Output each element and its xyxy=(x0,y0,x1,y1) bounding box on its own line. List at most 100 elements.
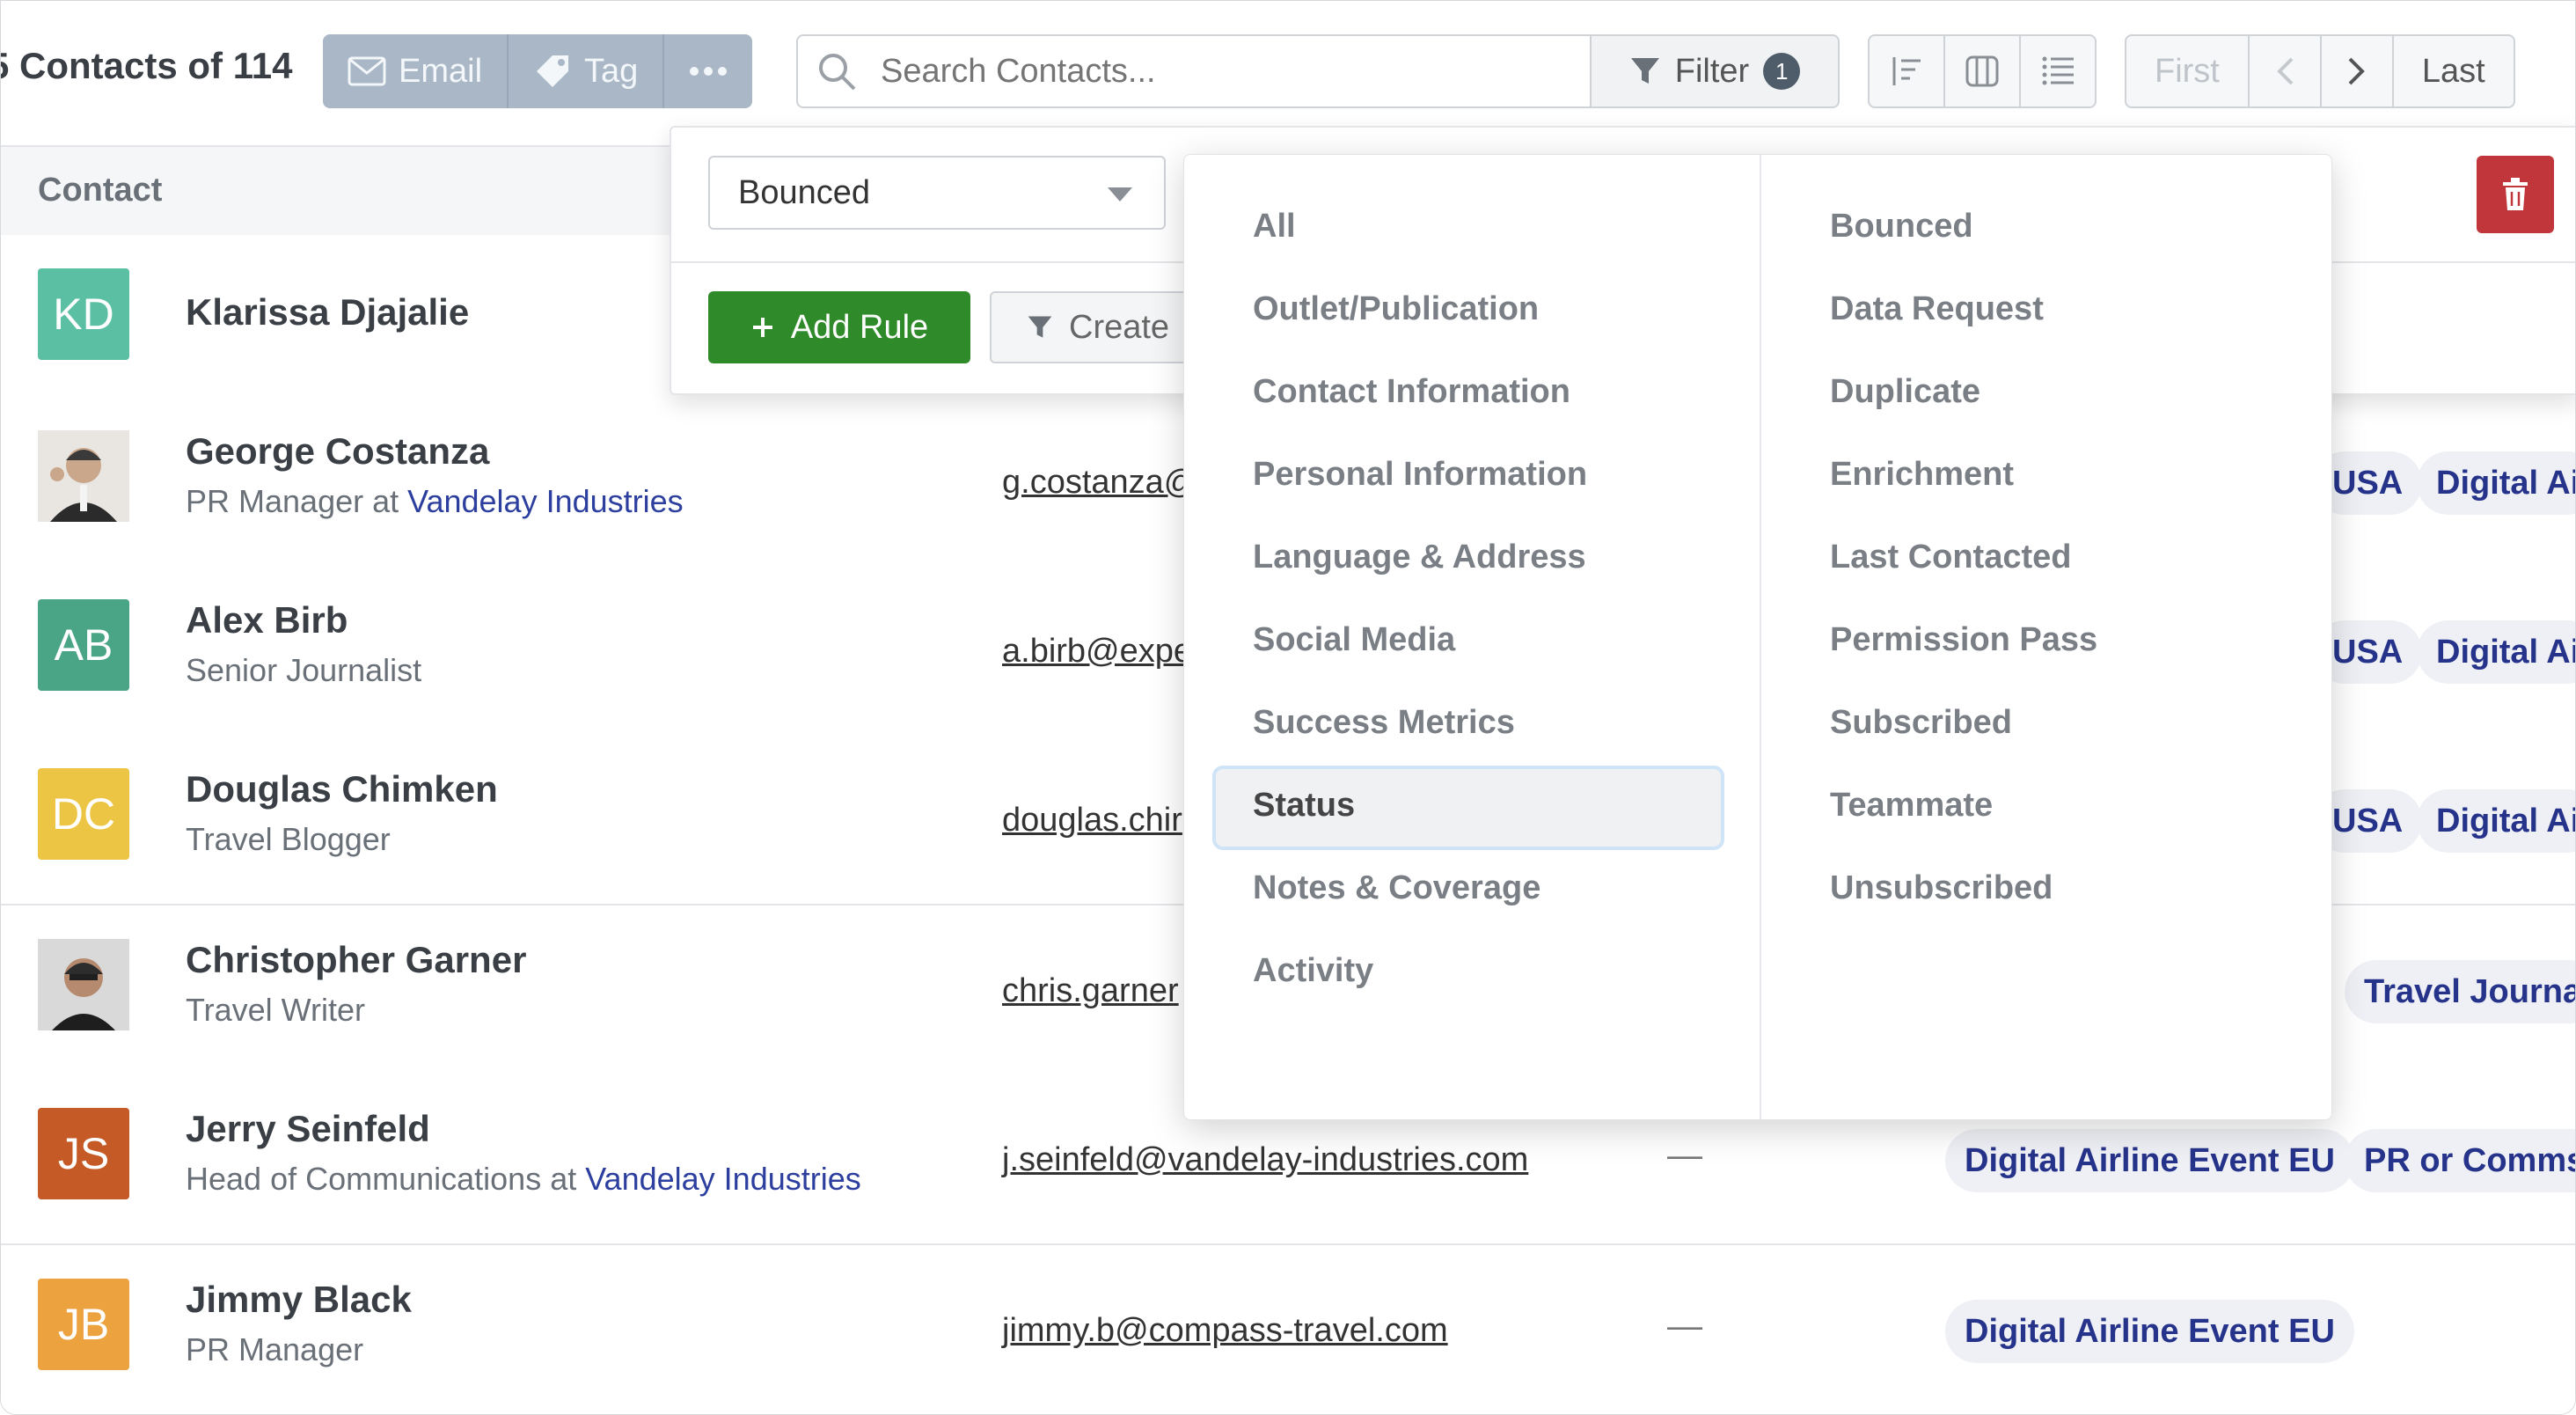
envelope-icon xyxy=(348,56,386,86)
avatar: JS xyxy=(38,1108,129,1199)
sort-button[interactable] xyxy=(1870,36,1945,106)
filter-button-label: Filter xyxy=(1674,52,1750,90)
status-option-data-request[interactable]: Data Request xyxy=(1830,290,2044,328)
list-tag[interactable]: Digital Ai xyxy=(2417,451,2575,515)
list-tag[interactable]: Digital Airline Event EU xyxy=(1945,1300,2354,1363)
category-item-personal-information[interactable]: Personal Information xyxy=(1253,456,1587,494)
contact-title: Travel Blogger xyxy=(186,821,391,857)
ellipsis-icon xyxy=(690,67,728,76)
avatar: KD xyxy=(38,268,129,360)
filter-count-badge: 1 xyxy=(1763,53,1801,90)
status-option-unsubscribed[interactable]: Unsubscribed xyxy=(1830,869,2053,907)
caret-down-icon xyxy=(1108,187,1132,202)
contact-title: Head of Communications at Vandelay Indus… xyxy=(186,1161,861,1198)
delete-rule-button[interactable] xyxy=(2477,156,2554,233)
contacts-count: 5 Contacts of 114 xyxy=(1,45,292,87)
job-title: PR Manager at xyxy=(186,483,408,519)
empty-value: — xyxy=(1667,1136,1702,1175)
status-option-teammate[interactable]: Teammate xyxy=(1830,787,1993,825)
chevron-left-icon xyxy=(2277,57,2294,85)
add-rule-label: Add Rule xyxy=(790,308,929,346)
sort-icon xyxy=(1892,57,1921,85)
contact-name[interactable]: Alex Birb xyxy=(186,599,348,642)
prev-page-button[interactable] xyxy=(2250,36,2322,106)
contact-name[interactable]: Klarissa Djajalie xyxy=(186,291,469,334)
contact-name[interactable]: Douglas Chimken xyxy=(186,768,498,810)
category-item-status[interactable]: Status xyxy=(1253,787,1355,825)
count-prefix: 5 Contacts xyxy=(0,45,178,86)
more-actions-button[interactable] xyxy=(664,34,752,108)
status-option-subscribed[interactable]: Subscribed xyxy=(1830,704,2012,742)
person-photo-icon xyxy=(38,430,129,522)
list-tag[interactable]: Digital Ai xyxy=(2417,620,2575,684)
contact-name[interactable]: George Costanza xyxy=(186,430,489,473)
last-page-button[interactable]: Last xyxy=(2394,36,2514,106)
category-item-notes-coverage[interactable]: Notes & Coverage xyxy=(1253,869,1540,907)
category-item-contact-information[interactable]: Contact Information xyxy=(1253,373,1570,411)
column-header-contact[interactable]: Contact xyxy=(38,172,162,209)
tag-button-label: Tag xyxy=(584,52,639,90)
status-option-permission-pass[interactable]: Permission Pass xyxy=(1830,621,2097,659)
trash-icon xyxy=(2503,178,2528,210)
create-filter-label: Create xyxy=(1069,308,1170,346)
contacts-window: 5 Contacts of 114 Email Tag Filter 1 xyxy=(0,0,2576,1415)
columns-icon xyxy=(1965,55,1999,87)
contact-email[interactable]: j.seinfeld@vandelay-industries.com xyxy=(1002,1141,1528,1179)
contact-name[interactable]: Christopher Garner xyxy=(186,939,526,981)
contact-name[interactable]: Jerry Seinfeld xyxy=(186,1108,430,1150)
bulk-actions: Email Tag xyxy=(323,34,753,108)
contact-email[interactable]: a.birb@expe xyxy=(1002,633,1192,671)
category-item-all[interactable]: All xyxy=(1253,208,1296,246)
list-view-button[interactable] xyxy=(2021,36,2095,106)
list-tag[interactable]: Digital Airline Event EU xyxy=(1945,1129,2354,1192)
funnel-icon xyxy=(1028,316,1052,338)
rule-field-value: Bounced xyxy=(738,173,871,211)
contact-email[interactable]: g.costanza@ xyxy=(1002,464,1197,502)
search-input[interactable] xyxy=(879,51,1569,92)
next-page-button[interactable] xyxy=(2322,36,2394,106)
email-button[interactable]: Email xyxy=(323,34,509,108)
contact-email[interactable]: douglas.chir xyxy=(1002,802,1182,839)
category-item-social-media[interactable]: Social Media xyxy=(1253,621,1455,659)
category-item-outlet-publication[interactable]: Outlet/Publication xyxy=(1253,290,1539,328)
list-tag[interactable]: PR or Comms xyxy=(2345,1129,2575,1192)
avatar xyxy=(38,939,129,1030)
add-rule-button[interactable]: Add Rule xyxy=(708,291,970,363)
table-row[interactable]: JB Jimmy Black PR Manager jimmy.b@compas… xyxy=(1,1245,2575,1414)
contact-name[interactable]: Jimmy Black xyxy=(186,1279,412,1321)
list-tag[interactable]: Digital Ai xyxy=(2417,789,2575,853)
columns-button[interactable] xyxy=(1945,36,2021,106)
contact-email[interactable]: chris.garner xyxy=(1002,972,1179,1010)
search-box xyxy=(796,34,1592,108)
column-divider xyxy=(1760,155,1761,1119)
person-photo-icon xyxy=(38,939,129,1030)
status-option-last-contacted[interactable]: Last Contacted xyxy=(1830,539,2071,576)
avatar: DC xyxy=(38,768,129,860)
category-item-activity[interactable]: Activity xyxy=(1253,952,1373,990)
company-link[interactable]: Vandelay Industries xyxy=(407,483,684,519)
first-page-button[interactable]: First xyxy=(2126,36,2250,106)
filter-category-dropdown: All Outlet/Publication Contact Informati… xyxy=(1183,154,2332,1120)
rule-field-select[interactable]: Bounced xyxy=(708,156,1166,230)
category-item-language-address[interactable]: Language & Address xyxy=(1253,539,1586,576)
status-option-duplicate[interactable]: Duplicate xyxy=(1830,373,1980,411)
search-icon xyxy=(819,54,856,91)
tag-icon xyxy=(537,55,569,87)
funnel-icon xyxy=(1630,58,1659,84)
contact-title: Senior Journalist xyxy=(186,652,422,688)
avatar xyxy=(38,430,129,522)
category-item-success-metrics[interactable]: Success Metrics xyxy=(1253,704,1515,742)
contact-title: PR Manager at Vandelay Industries xyxy=(186,483,684,520)
job-title: Head of Communications at xyxy=(186,1161,586,1197)
status-option-enrichment[interactable]: Enrichment xyxy=(1830,456,2014,494)
count-suffix: of 114 xyxy=(187,45,293,86)
plus-icon xyxy=(752,318,772,337)
contact-email[interactable]: jimmy.b@compass-travel.com xyxy=(1002,1312,1448,1350)
toolbar: 5 Contacts of 114 Email Tag Filter 1 xyxy=(1,1,2575,142)
list-tag[interactable]: Travel Journa xyxy=(2345,960,2575,1023)
chevron-right-icon xyxy=(2348,57,2365,85)
status-option-bounced[interactable]: Bounced xyxy=(1830,208,1973,246)
tag-button[interactable]: Tag xyxy=(509,34,665,108)
company-link[interactable]: Vandelay Industries xyxy=(585,1161,861,1197)
filter-button[interactable]: Filter 1 xyxy=(1590,34,1840,108)
